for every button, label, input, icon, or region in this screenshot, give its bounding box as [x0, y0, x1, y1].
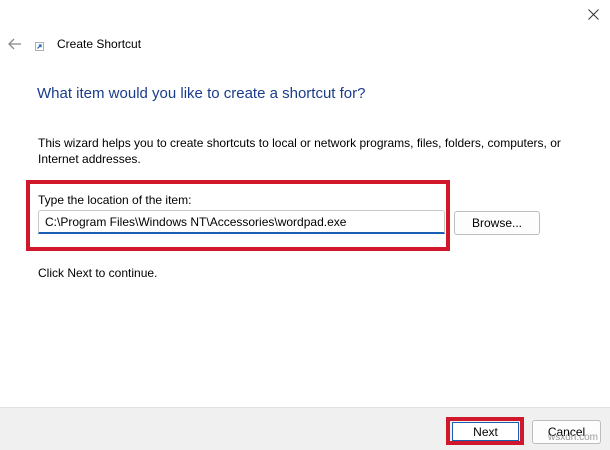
- back-arrow-icon: [8, 38, 21, 50]
- wizard-description: This wizard helps you to create shortcut…: [38, 136, 561, 166]
- shortcut-icon: [35, 42, 44, 51]
- continue-instruction: Click Next to continue.: [38, 266, 158, 280]
- page-heading: What item would you like to create a sho…: [37, 85, 366, 102]
- window-title: Create Shortcut: [57, 37, 142, 51]
- create-shortcut-window: Create Shortcut What item would you like…: [0, 0, 610, 450]
- close-button[interactable]: [576, 0, 610, 28]
- next-button[interactable]: Next: [452, 422, 519, 441]
- browse-button[interactable]: Browse...: [454, 211, 540, 235]
- close-icon: [587, 8, 599, 20]
- location-input[interactable]: [38, 210, 445, 234]
- location-label: Type the location of the item:: [38, 193, 192, 207]
- back-button[interactable]: [4, 34, 26, 54]
- watermark: wsxdn.com: [548, 432, 599, 443]
